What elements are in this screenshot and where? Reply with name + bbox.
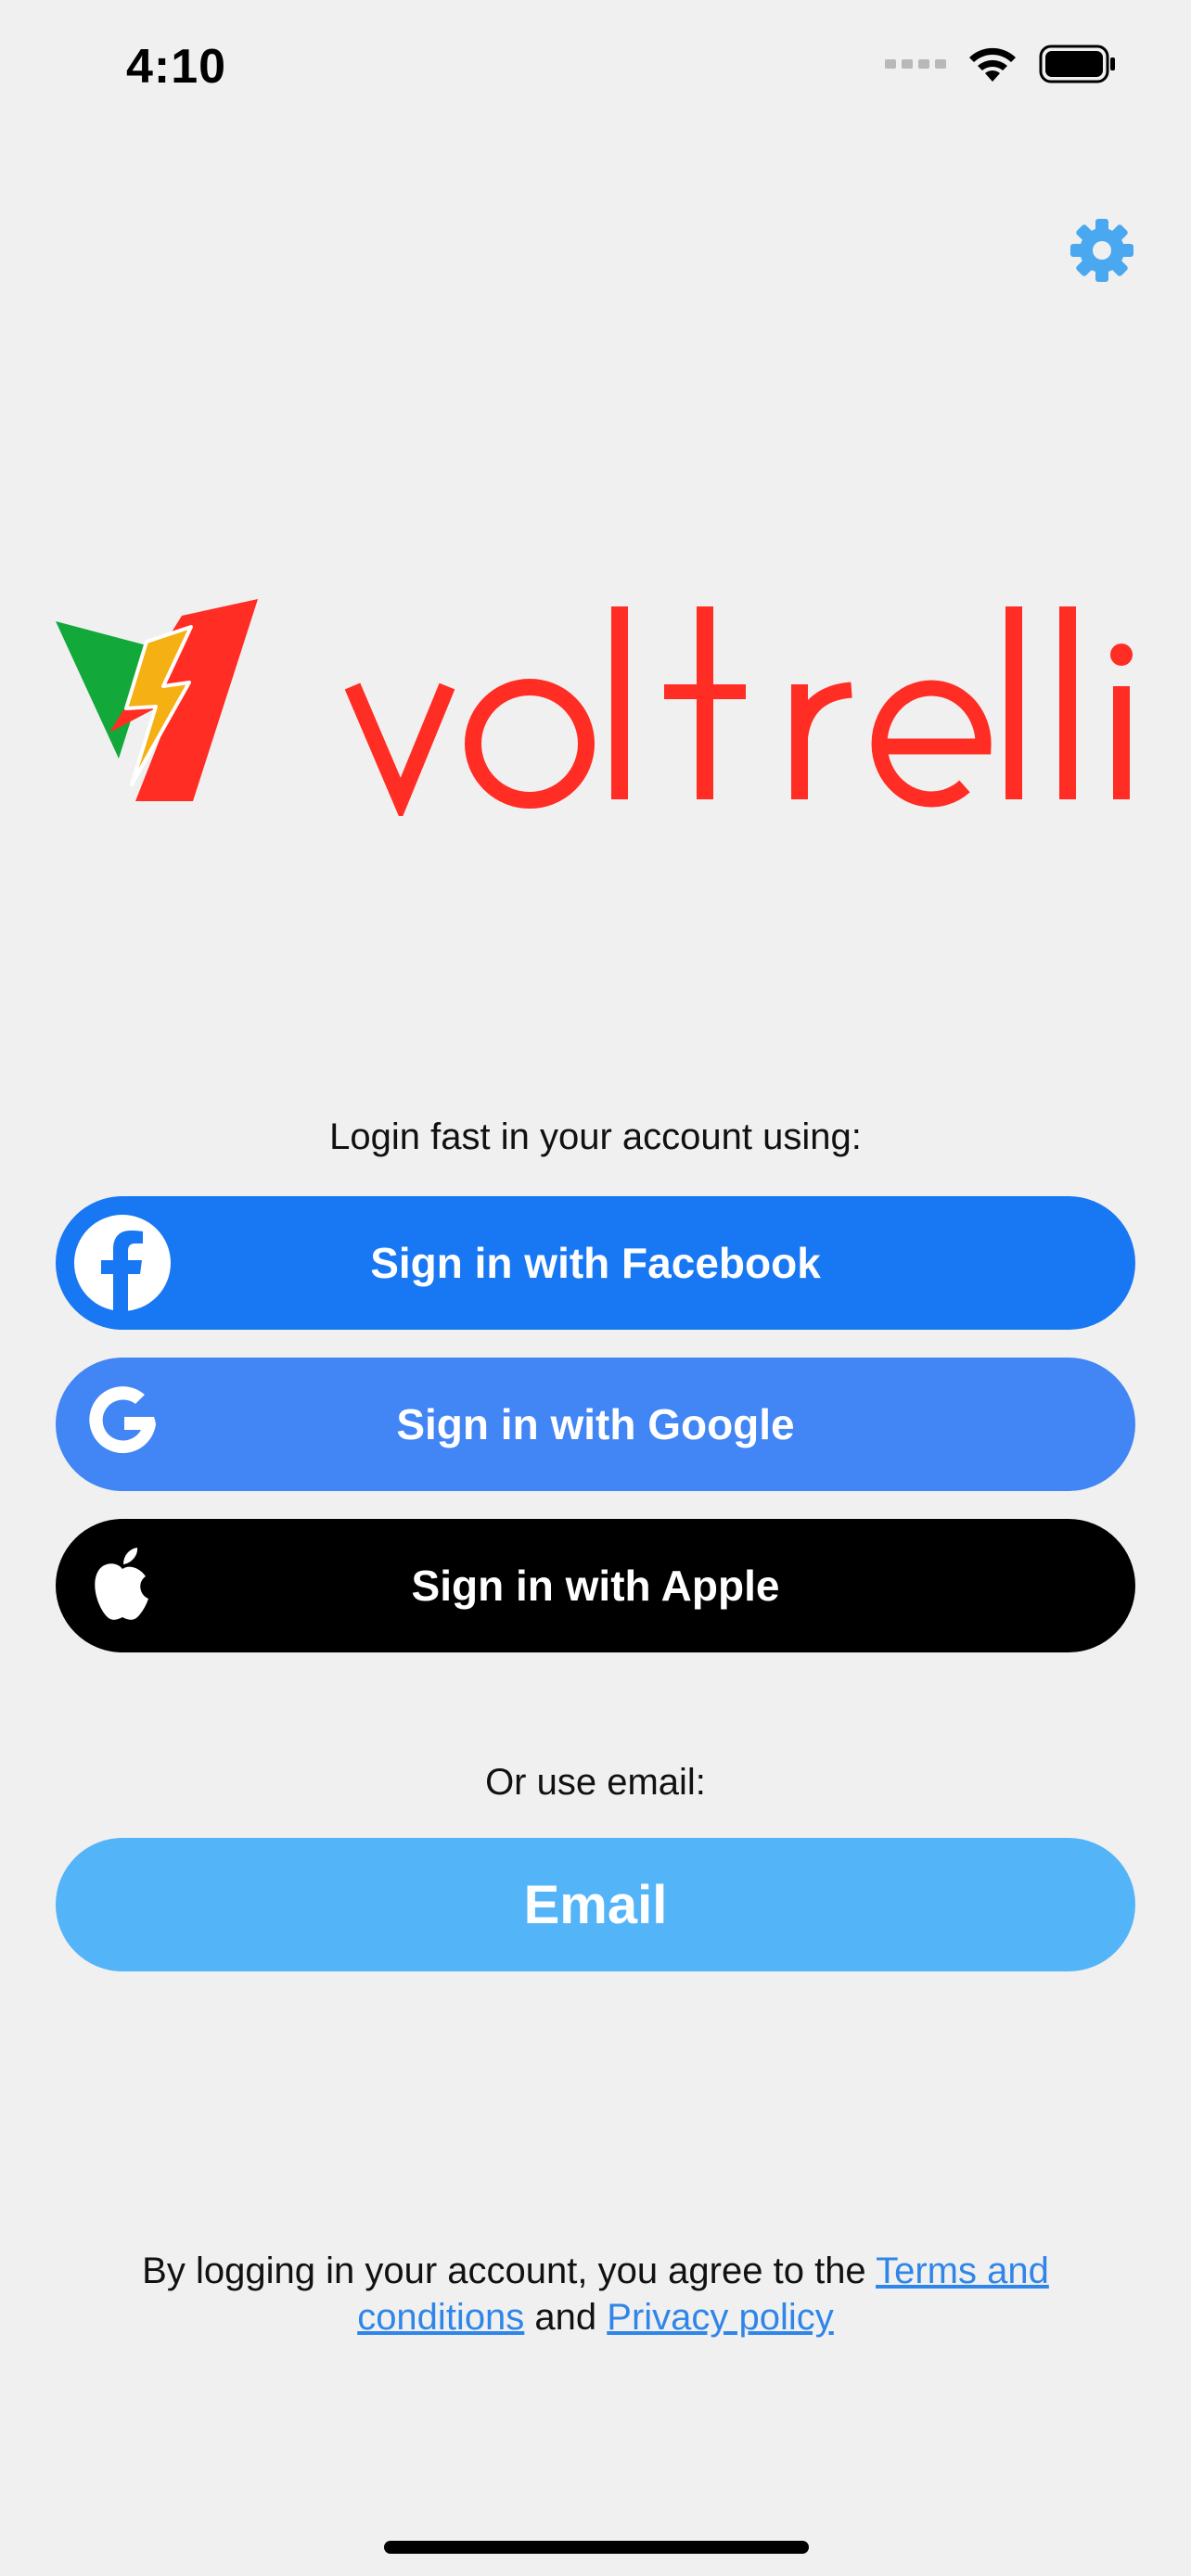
login-prompt: Login fast in your account using:	[329, 1116, 862, 1157]
login-screen: 4:10 Login fast in your account using: S…	[0, 0, 1191, 2576]
terms-text-before: By logging in your account, you agree to…	[142, 2251, 877, 2291]
sign-in-google-label: Sign in with Google	[396, 1400, 795, 1448]
terms-notice: By logging in your account, you agree to…	[93, 2248, 1098, 2340]
facebook-icon	[74, 1215, 171, 1311]
sign-in-facebook-label: Sign in with Facebook	[370, 1239, 821, 1287]
sign-in-facebook-button[interactable]: Sign in with Facebook	[56, 1196, 1135, 1330]
sign-in-apple-button[interactable]: Sign in with Apple	[56, 1519, 1135, 1652]
privacy-policy-link[interactable]: Privacy policy	[607, 2297, 834, 2338]
home-indicator[interactable]	[384, 2541, 809, 2554]
email-button[interactable]: Email	[56, 1838, 1135, 1971]
email-prompt: Or use email:	[485, 1762, 706, 1803]
signal-icon	[885, 59, 946, 69]
battery-icon	[1039, 45, 1115, 83]
sign-in-google-button[interactable]: Sign in with Google	[56, 1358, 1135, 1491]
email-label: Email	[523, 1874, 668, 1935]
sign-in-apple-label: Sign in with Apple	[411, 1562, 780, 1610]
google-icon	[74, 1376, 171, 1473]
wifi-icon	[969, 47, 1016, 82]
apple-icon	[74, 1537, 171, 1634]
settings-button[interactable]	[1069, 217, 1135, 284]
terms-text-middle: and	[524, 2297, 608, 2338]
status-icons	[885, 45, 1117, 83]
gear-icon	[1070, 219, 1133, 282]
voltrelli-logo	[54, 593, 1139, 822]
status-time: 4:10	[126, 40, 227, 94]
